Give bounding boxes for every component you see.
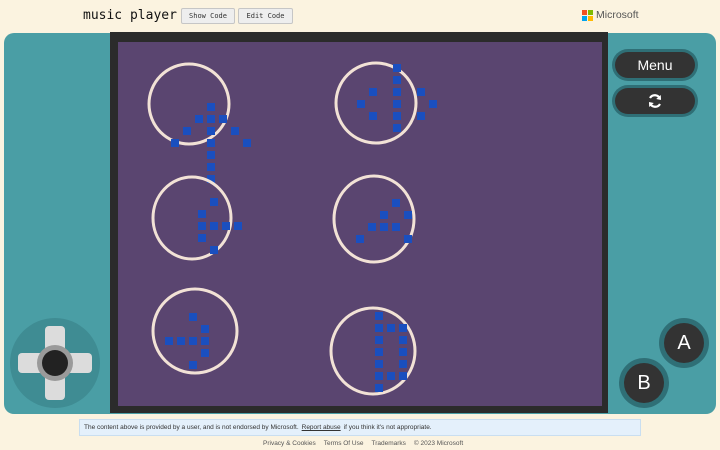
terms-link[interactable]: Terms Of Use (324, 440, 364, 447)
note-pixel (393, 88, 401, 96)
note-pixel (210, 246, 218, 254)
copyright-text: © 2023 Microsoft (413, 440, 464, 447)
note-pixel (195, 115, 203, 123)
note-pixel (201, 349, 209, 357)
microsoft-logo-icon (582, 9, 593, 21)
note-pixel (356, 235, 364, 243)
note-pixel (380, 223, 388, 231)
note-pixel (171, 139, 179, 147)
note-pixel (177, 337, 185, 345)
sprite-ring (334, 61, 418, 145)
note-pixel (207, 115, 215, 123)
note-pixel (399, 348, 407, 356)
music-note-sprite (332, 174, 416, 264)
note-pixel (368, 223, 376, 231)
dpad-knob-icon (42, 350, 68, 376)
note-pixel (207, 139, 215, 147)
notice-text-after: if you think it's not appropriate. (343, 424, 432, 431)
game-screen[interactable] (118, 42, 602, 406)
note-pixel (198, 222, 206, 230)
restart-icon (648, 94, 662, 108)
note-pixel (393, 100, 401, 108)
note-pixel (198, 234, 206, 242)
note-pixel (210, 222, 218, 230)
dpad[interactable] (10, 318, 100, 408)
note-pixel (375, 384, 383, 392)
note-pixel (392, 199, 400, 207)
note-pixel (375, 372, 383, 380)
note-pixel (387, 372, 395, 380)
sprite-ring (151, 175, 233, 261)
note-pixel (189, 361, 197, 369)
note-pixel (198, 210, 206, 218)
note-pixel (357, 100, 365, 108)
restart-button[interactable] (615, 88, 695, 114)
music-note-sprite (334, 61, 437, 145)
report-abuse-link[interactable]: Report abuse (302, 424, 341, 431)
note-pixel (189, 313, 197, 321)
note-pixel (369, 88, 377, 96)
note-pixel (207, 103, 215, 111)
note-pixel (393, 64, 401, 72)
edit-code-button[interactable]: Edit Code (238, 8, 293, 24)
note-pixel (201, 325, 209, 333)
note-pixel (189, 337, 197, 345)
note-pixel (375, 336, 383, 344)
note-pixel (210, 198, 218, 206)
music-note-sprite (151, 287, 239, 375)
privacy-link[interactable]: Privacy & Cookies (263, 440, 316, 447)
note-pixel (399, 360, 407, 368)
note-pixel (399, 336, 407, 344)
note-pixel (417, 112, 425, 120)
note-pixel (207, 151, 215, 159)
microsoft-brand-text: Microsoft (596, 9, 639, 21)
sprite-ring (151, 287, 239, 375)
note-pixel (222, 222, 230, 230)
footer: Privacy & Cookies Terms Of Use Trademark… (263, 440, 463, 447)
note-pixel (369, 112, 377, 120)
notice-text: The content above is provided by a user,… (84, 424, 299, 431)
show-code-button[interactable]: Show Code (181, 8, 235, 24)
note-pixel (393, 112, 401, 120)
note-pixel (243, 139, 251, 147)
menu-button[interactable]: Menu (615, 52, 695, 78)
music-note-sprite (329, 306, 417, 396)
app-title: music player (83, 8, 177, 23)
sprite-ring (332, 174, 416, 264)
screen-canvas (147, 61, 437, 396)
note-pixel (417, 88, 425, 96)
note-pixel (201, 337, 209, 345)
note-pixel (404, 235, 412, 243)
note-pixel (399, 372, 407, 380)
note-pixel (429, 100, 437, 108)
note-pixel (231, 127, 239, 135)
note-pixel (375, 360, 383, 368)
microsoft-logo[interactable]: Microsoft (582, 9, 639, 21)
note-pixel (375, 312, 383, 320)
music-note-sprite (151, 175, 242, 261)
note-pixel (375, 324, 383, 332)
note-pixel (399, 324, 407, 332)
note-pixel (183, 127, 191, 135)
note-pixel (393, 124, 401, 132)
note-pixel (393, 76, 401, 84)
note-pixel (207, 127, 215, 135)
trademarks-link[interactable]: Trademarks (371, 440, 405, 447)
content-notice: The content above is provided by a user,… (79, 419, 641, 436)
note-pixel (380, 211, 388, 219)
note-pixel (375, 348, 383, 356)
note-pixel (165, 337, 173, 345)
music-note-sprite (147, 62, 251, 183)
b-button[interactable]: B (624, 363, 664, 403)
note-pixel (404, 211, 412, 219)
note-pixel (392, 223, 400, 231)
note-pixel (219, 115, 227, 123)
note-pixel (387, 324, 395, 332)
a-button[interactable]: A (664, 323, 704, 363)
note-pixel (234, 222, 242, 230)
note-pixel (207, 163, 215, 171)
